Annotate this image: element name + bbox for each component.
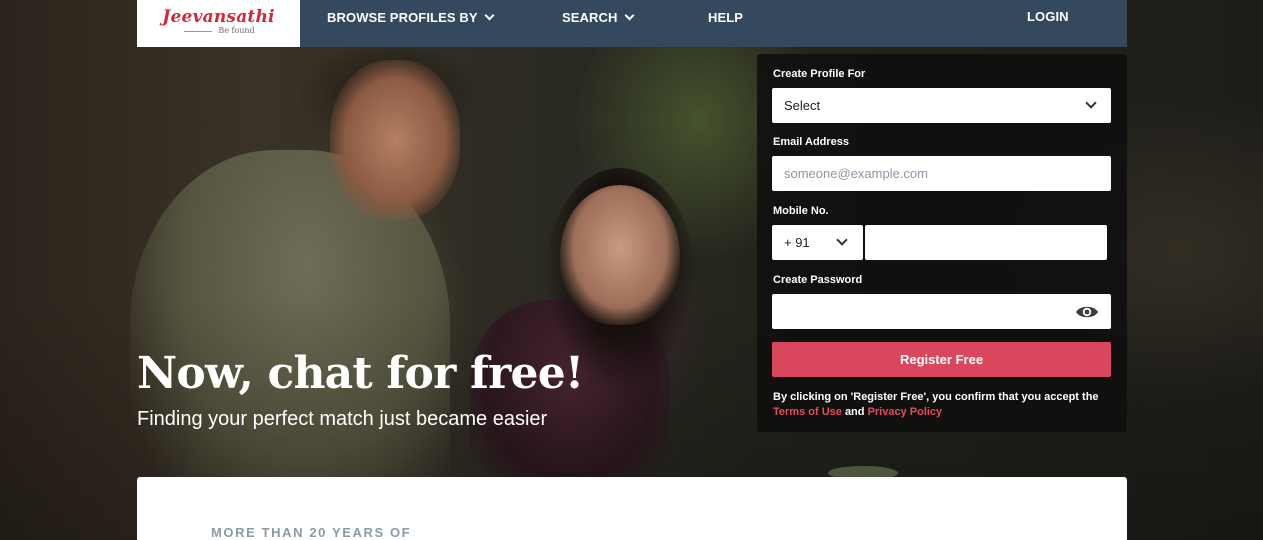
- privacy-policy-link[interactable]: Privacy Policy: [868, 406, 943, 418]
- eye-icon[interactable]: [1075, 304, 1099, 320]
- profile-for-select[interactable]: Select: [772, 88, 1111, 123]
- hero-title: Now, chat for free!: [137, 348, 584, 399]
- hero-subtitle: Finding your perfect match just became e…: [137, 408, 548, 430]
- chevron-down-icon: [624, 10, 634, 20]
- password-label: Create Password: [773, 274, 863, 286]
- consent-text: By clicking on 'Register Free', you conf…: [773, 390, 1118, 420]
- country-code-value: + 91: [784, 235, 810, 250]
- chevron-down-icon: [1085, 97, 1097, 109]
- chevron-down-icon: [484, 10, 495, 20]
- nav-help-label: HELP: [708, 9, 744, 25]
- site-logo[interactable]: Jeevansathi Be found: [137, 0, 300, 47]
- terms-of-use-link[interactable]: Terms of Use: [773, 406, 842, 418]
- nav-login[interactable]: LOGIN: [1027, 7, 1069, 25]
- profile-for-label: Create Profile For: [773, 68, 866, 80]
- country-code-select[interactable]: + 91: [772, 225, 863, 260]
- nav-browse-profiles[interactable]: BROWSE PROFILES BY: [327, 8, 495, 26]
- nav-browse-label: BROWSE PROFILES BY: [327, 9, 478, 25]
- consent-prefix: By clicking on 'Register Free', you conf…: [773, 391, 1099, 403]
- register-free-button[interactable]: Register Free: [772, 342, 1111, 377]
- mobile-label: Mobile No.: [773, 205, 829, 217]
- email-field[interactable]: [772, 156, 1111, 191]
- top-navbar: BROWSE PROFILES BY SEARCH HELP LOGIN: [300, 0, 1127, 47]
- chevron-down-icon: [836, 234, 848, 246]
- logo-tagline: Be found: [182, 26, 255, 35]
- email-label: Email Address: [773, 136, 850, 148]
- mobile-number-field[interactable]: [865, 225, 1107, 260]
- password-field[interactable]: [772, 294, 1111, 329]
- nav-login-label: LOGIN: [1027, 8, 1069, 24]
- years-heading: MORE THAN 20 YEARS OF: [211, 525, 412, 540]
- profile-for-value: Select: [784, 98, 821, 113]
- logo-text: Jeevansathi: [162, 6, 275, 27]
- nav-search[interactable]: SEARCH: [562, 8, 634, 26]
- nav-help[interactable]: HELP: [708, 8, 743, 26]
- consent-and: and: [844, 406, 865, 418]
- nav-search-label: SEARCH: [562, 9, 618, 25]
